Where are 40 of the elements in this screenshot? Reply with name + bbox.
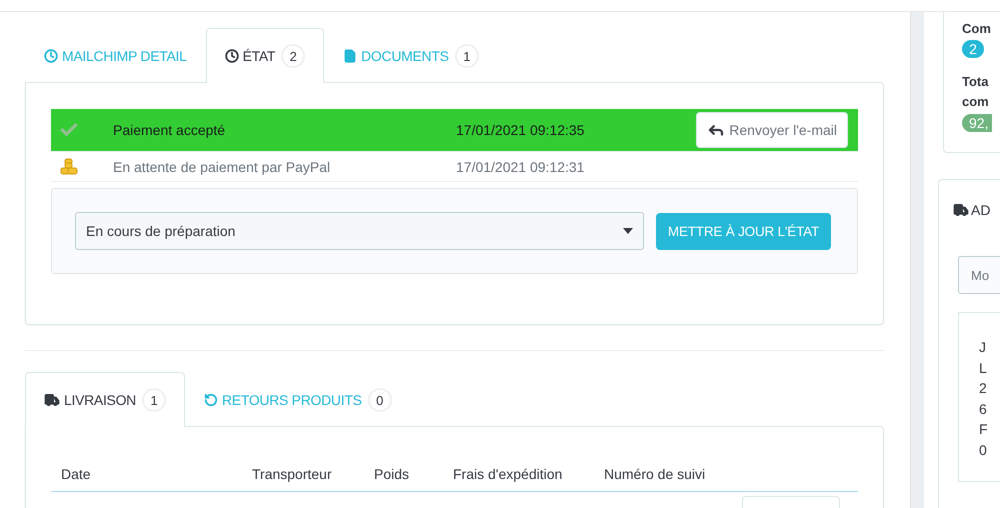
coins-icon bbox=[59, 156, 79, 176]
count-badge: 0 bbox=[368, 388, 392, 412]
row-button[interactable] bbox=[742, 496, 840, 508]
date-text: 17/01/2021 09:12:35 bbox=[456, 122, 586, 138]
count-badge: 1 bbox=[142, 388, 166, 412]
total-badge: 92, bbox=[962, 114, 992, 132]
truck-icon bbox=[953, 202, 969, 218]
column-header: Transporteur bbox=[252, 466, 333, 482]
total-label: com bbox=[962, 93, 989, 111]
orders-count-badge: 2 bbox=[962, 40, 984, 58]
modify-button[interactable]: Mo bbox=[958, 256, 1000, 294]
undo-icon bbox=[204, 393, 218, 407]
status-select[interactable]: En cours de préparation bbox=[75, 212, 644, 250]
status-text: Paiement accepté bbox=[113, 122, 226, 138]
clock-icon bbox=[44, 49, 58, 63]
column-header: Poids bbox=[374, 466, 410, 482]
document-icon bbox=[343, 49, 358, 63]
address-line: F bbox=[979, 420, 989, 440]
column-header: Frais d'expédition bbox=[453, 466, 564, 482]
clock-icon bbox=[224, 49, 239, 63]
address-line: 2 bbox=[979, 379, 988, 398]
tab[interactable]: ÉTAT 2 bbox=[206, 28, 324, 83]
address-line: J bbox=[979, 338, 987, 357]
truck-icon bbox=[44, 392, 60, 408]
column-header: Date bbox=[61, 466, 92, 482]
status-text: En attente de paiement par PayPal bbox=[113, 158, 332, 174]
orders-label: Com bbox=[962, 20, 991, 38]
address-title: AD bbox=[953, 202, 990, 218]
date-text: 17/01/2021 09:12:31 bbox=[456, 158, 586, 174]
address-line: 0 bbox=[979, 440, 988, 460]
total-label: Tota bbox=[962, 73, 988, 91]
address-line: 6 bbox=[979, 400, 988, 419]
address-line: L bbox=[979, 358, 988, 378]
resend-email-button[interactable]: Renvoyer l'e-mail bbox=[696, 112, 848, 148]
count-badge: 2 bbox=[281, 44, 306, 68]
tab[interactable]: DOCUMENTS 1 bbox=[324, 28, 498, 83]
tab[interactable]: LIVRAISON 1 bbox=[25, 372, 185, 427]
tab[interactable]: RETOURS PRODUITS 0 bbox=[185, 372, 411, 427]
column-header: Numéro de suivi bbox=[604, 466, 706, 482]
count-badge: 1 bbox=[454, 44, 479, 68]
